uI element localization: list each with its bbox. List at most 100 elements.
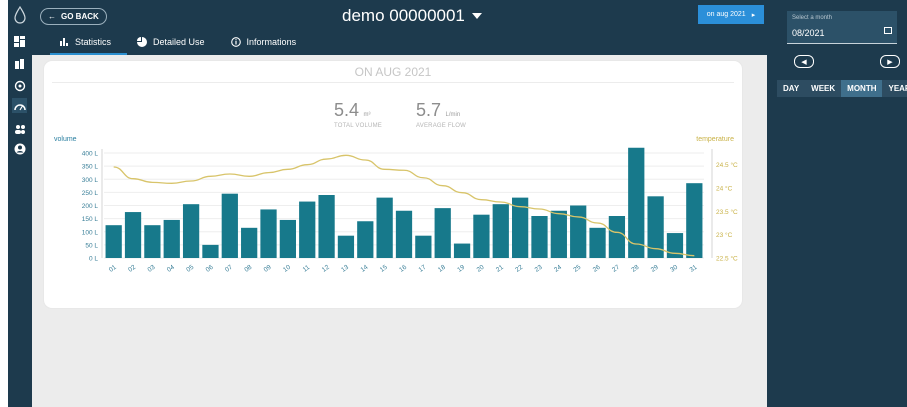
volume-bar <box>105 225 122 258</box>
caret-down-icon <box>471 13 482 19</box>
volume-bar <box>357 221 374 258</box>
y-axis-left-title: volume <box>54 136 77 143</box>
x-tick-label: 20 <box>476 264 486 274</box>
volume-bar <box>376 197 393 258</box>
volume-bar <box>202 244 219 258</box>
x-tick-label: 19 <box>456 264 466 274</box>
x-tick-label: 02 <box>127 264 137 274</box>
y-right-tick-label: 24 °C <box>716 185 733 193</box>
y-axis-right-title: temperature <box>696 136 734 143</box>
volume-bar <box>299 201 316 258</box>
volume-bar <box>473 214 490 258</box>
device-selector[interactable]: demo 00000001 <box>342 6 482 26</box>
go-back-button[interactable]: ← GO BACK <box>40 8 107 25</box>
volume-bar <box>124 212 142 258</box>
date-filter-pill[interactable]: on aug 2021 ▸ <box>698 5 764 24</box>
tab-label: Detailed Use <box>153 37 205 47</box>
x-tick-label: 10 <box>282 264 292 274</box>
x-tick-label: 15 <box>379 264 389 274</box>
previous-month-button[interactable]: ◀ <box>794 55 814 68</box>
volume-bar <box>434 208 451 258</box>
gauge-icon[interactable] <box>12 98 27 113</box>
volume-bar <box>221 193 238 258</box>
volume-bar <box>318 195 335 258</box>
chevron-right-icon: ▸ <box>751 11 756 19</box>
info-icon <box>230 37 241 47</box>
meter-icon[interactable] <box>12 78 27 93</box>
y-left-tick-label: 0 L <box>89 256 98 263</box>
x-tick-label: 29 <box>650 264 660 274</box>
x-tick-label: 21 <box>495 264 505 274</box>
average-flow-value: 5.7 <box>416 100 442 120</box>
y-left-tick-label: 250 L <box>82 190 99 197</box>
volume-bar <box>570 205 587 258</box>
x-tick-label: 04 <box>166 264 176 274</box>
card-divider <box>52 82 734 83</box>
y-left-tick-label: 100 L <box>82 229 99 236</box>
building-icon[interactable] <box>12 56 27 71</box>
period-day[interactable]: DAY <box>777 80 805 97</box>
period-week[interactable]: WEEK <box>805 80 841 97</box>
average-flow-unit: L/min <box>445 112 461 118</box>
top-bar: ← GO BACK demo 00000001 Statistics Detai… <box>32 0 767 55</box>
tab-statistics[interactable]: Statistics <box>50 31 128 55</box>
y-left-tick-label: 300 L <box>82 177 99 184</box>
device-title: demo 00000001 <box>342 6 465 25</box>
volume-bar <box>453 243 471 258</box>
y-left-tick-label: 400 L <box>82 151 99 158</box>
volume-temperature-chart: 0 L 50 L 100 L 150 L 200 L 250 L 300 L 350 L 400… <box>82 147 738 274</box>
dashboard-icon[interactable] <box>12 34 27 49</box>
x-tick-label: 16 <box>398 264 408 274</box>
tab-detailed-use[interactable]: Detailed Use <box>127 31 221 53</box>
month-picker-value: 08/2021 <box>792 28 825 38</box>
users-icon[interactable] <box>12 121 27 136</box>
y-left-tick-label: 200 L <box>82 203 99 210</box>
volume-bar <box>395 210 413 258</box>
y-right-tick-label: 22.5 °C <box>716 255 738 263</box>
volume-bar <box>260 209 277 258</box>
right-panel: Select a month 08/2021 ◀ ▶ DAY WEEK MONT… <box>767 0 907 407</box>
volume-bar <box>279 219 296 258</box>
volume-bar <box>531 216 548 258</box>
volume-bar <box>337 235 355 258</box>
pie-chart-icon <box>137 37 148 47</box>
statistics-card: ON AUG 2021 5.4 m³ TOTAL VOLUME 5.7 L/mi… <box>44 61 742 308</box>
left-sidebar <box>8 0 32 407</box>
period-selector: DAY WEEK MONTH YEAR <box>777 80 907 97</box>
volume-bar <box>550 210 567 258</box>
caret-right-icon: ▶ <box>887 58 893 66</box>
x-tick-label: 03 <box>147 264 157 274</box>
x-tick-label: 06 <box>205 264 215 274</box>
x-tick-label: 17 <box>418 264 428 274</box>
x-tick-label: 05 <box>185 264 195 274</box>
x-tick-label: 22 <box>514 264 524 274</box>
y-right-tick-label: 23.5 °C <box>716 208 738 216</box>
y-left-tick-label: 50 L <box>85 242 98 249</box>
water-drop-logo <box>14 6 26 24</box>
x-tick-label: 26 <box>592 264 602 274</box>
x-tick-label: 13 <box>340 264 350 274</box>
x-tick-label: 01 <box>108 264 118 274</box>
total-volume-value: 5.4 <box>334 100 360 120</box>
account-icon[interactable] <box>12 141 27 156</box>
x-tick-label: 14 <box>359 264 369 274</box>
x-tick-label: 08 <box>243 264 253 274</box>
y-right-tick-label: 24.5 °C <box>716 161 738 169</box>
y-left-tick-label: 350 L <box>82 164 99 171</box>
x-tick-label: 18 <box>437 264 447 274</box>
volume-bar <box>163 219 180 258</box>
x-tick-label: 30 <box>669 264 679 274</box>
period-year[interactable]: YEAR <box>882 80 907 97</box>
next-month-button[interactable]: ▶ <box>880 55 900 68</box>
volume-bar <box>589 227 606 258</box>
volume-bar <box>686 183 703 258</box>
calendar-icon <box>884 27 892 34</box>
tab-label: Statistics <box>75 37 112 47</box>
period-month[interactable]: MONTH <box>841 80 883 97</box>
x-tick-label: 23 <box>534 264 544 274</box>
volume-bar <box>415 235 432 258</box>
total-volume-label: TOTAL VOLUME <box>334 123 382 129</box>
tab-bar: Statistics Detailed Use Informations <box>50 31 312 55</box>
month-picker[interactable]: Select a month 08/2021 <box>787 11 897 44</box>
tab-informations[interactable]: Informations <box>221 31 313 53</box>
